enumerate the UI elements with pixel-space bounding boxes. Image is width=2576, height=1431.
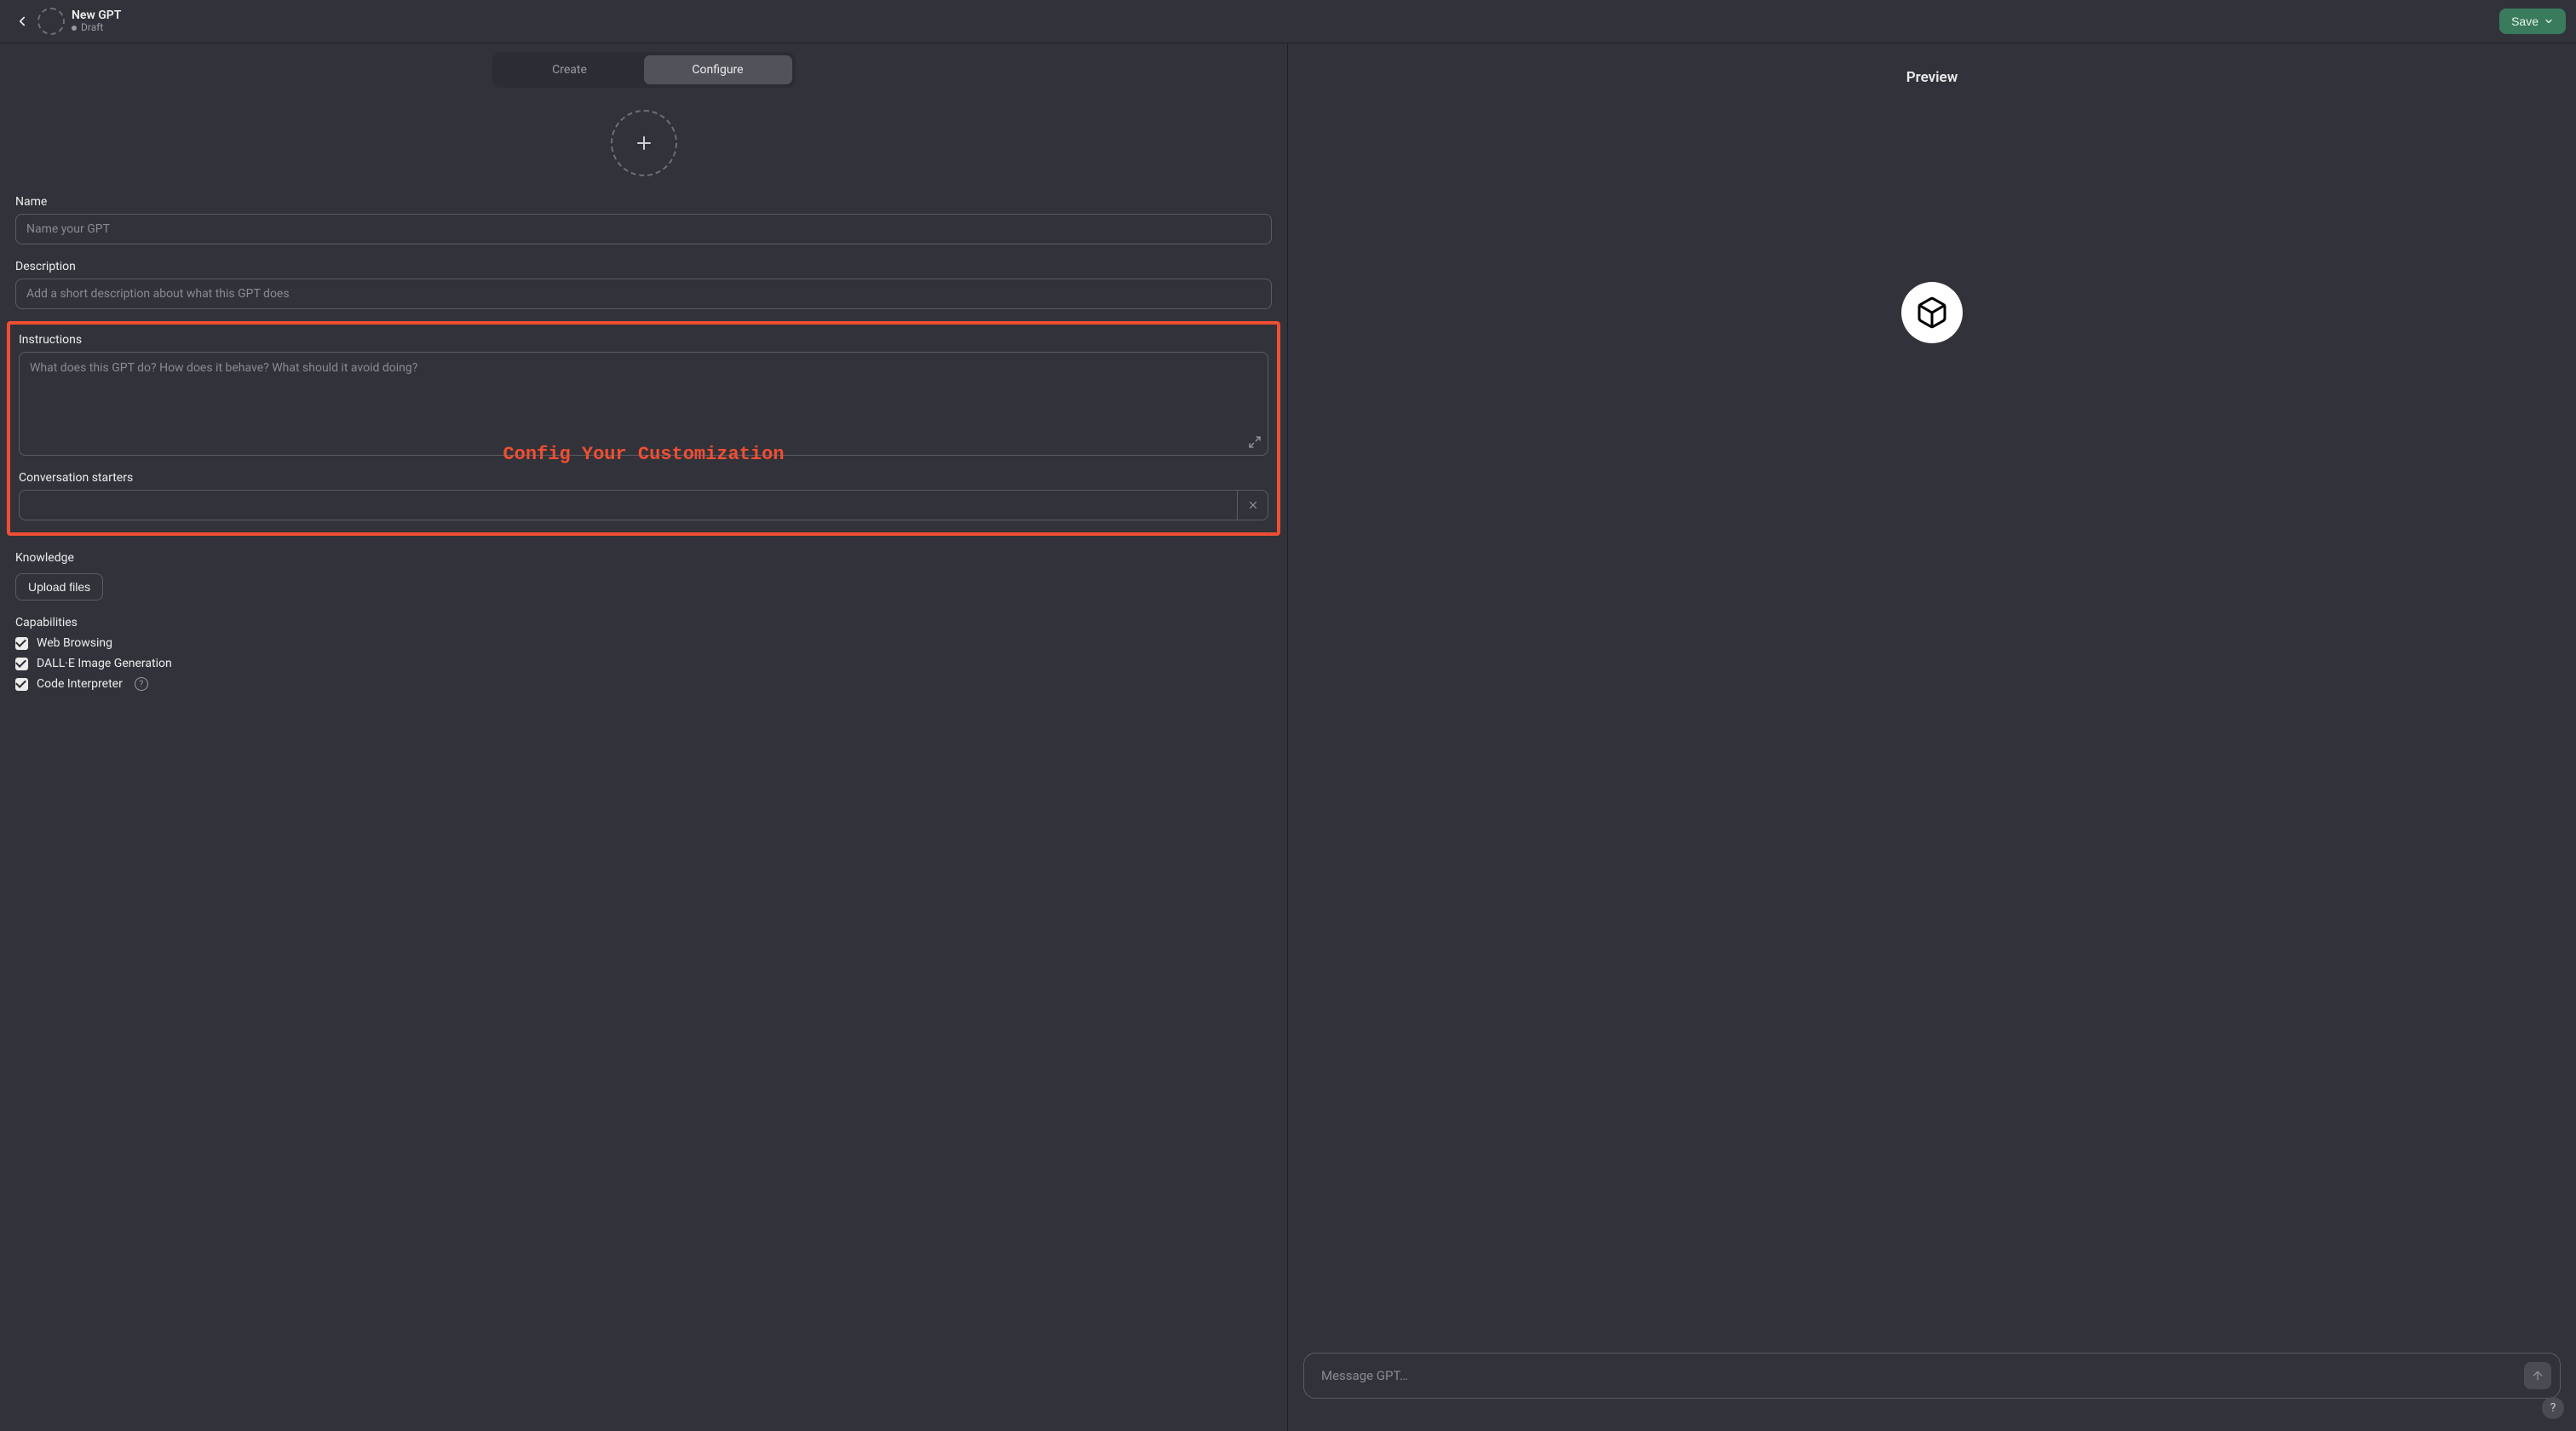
capability-row: DALL·E Image Generation [15,657,1272,670]
starter-remove-button[interactable] [1237,491,1268,520]
save-button-label: Save [2511,14,2539,28]
plus-icon [634,133,654,153]
page-status: Draft [72,22,121,33]
tab-bar: Create Configure [492,52,796,88]
instructions-input[interactable] [19,352,1268,456]
description-input[interactable] [15,279,1272,309]
cube-icon [1915,296,1949,330]
capability-checkbox-code-interpreter[interactable] [15,678,28,691]
starters-label: Conversation starters [19,471,1268,485]
capability-help-icon[interactable]: ? [135,677,148,691]
capability-label: Code Interpreter [37,677,123,691]
chevron-down-icon [2544,16,2554,26]
preview-message-input[interactable] [1320,1367,2524,1384]
page-title: New GPT [72,9,121,22]
arrow-up-icon [2531,1369,2544,1382]
preview-message-box [1303,1353,2561,1399]
preview-send-button[interactable] [2524,1362,2551,1389]
capability-checkbox-dalle[interactable] [15,658,28,670]
back-button[interactable] [10,9,34,33]
expand-icon [1248,435,1262,449]
knowledge-label: Knowledge [15,551,1272,565]
help-fab[interactable]: ? [2542,1397,2564,1419]
title-block: New GPT Draft [72,9,121,34]
description-label: Description [15,260,1272,273]
instructions-wrap: Config Your Customization [19,352,1268,456]
capability-label: Web Browsing [37,636,112,650]
tab-create[interactable]: Create [496,55,644,84]
preview-pane: Preview [1288,43,2576,1431]
capability-row: Code Interpreter ? [15,677,1272,691]
capability-label: DALL·E Image Generation [37,657,172,670]
save-button[interactable]: Save [2499,9,2566,34]
starter-input[interactable] [20,491,1237,520]
instructions-label: Instructions [19,333,1268,347]
capabilities-label: Capabilities [15,616,1272,629]
gpt-avatar-placeholder[interactable] [37,8,65,35]
close-icon [1247,499,1259,511]
name-label: Name [15,195,1272,209]
preview-placeholder-icon [1901,282,1963,343]
capability-checkbox-web-browsing[interactable] [15,637,28,650]
annotation-highlight: Instructions Config Your Customization C… [7,321,1280,536]
chevron-left-icon [14,14,30,29]
starter-row [19,490,1268,520]
upload-files-button[interactable]: Upload files [15,573,103,601]
tab-configure[interactable]: Configure [644,55,792,84]
top-bar: New GPT Draft Save [0,0,2576,43]
expand-instructions-button[interactable] [1248,435,1262,449]
preview-title: Preview [1906,69,1958,86]
name-input[interactable] [15,214,1272,244]
question-icon: ? [2550,1401,2556,1415]
configure-pane: Create Configure Name Description Instru… [0,43,1288,1431]
capability-row: Web Browsing [15,636,1272,650]
add-image-button[interactable] [611,110,677,176]
